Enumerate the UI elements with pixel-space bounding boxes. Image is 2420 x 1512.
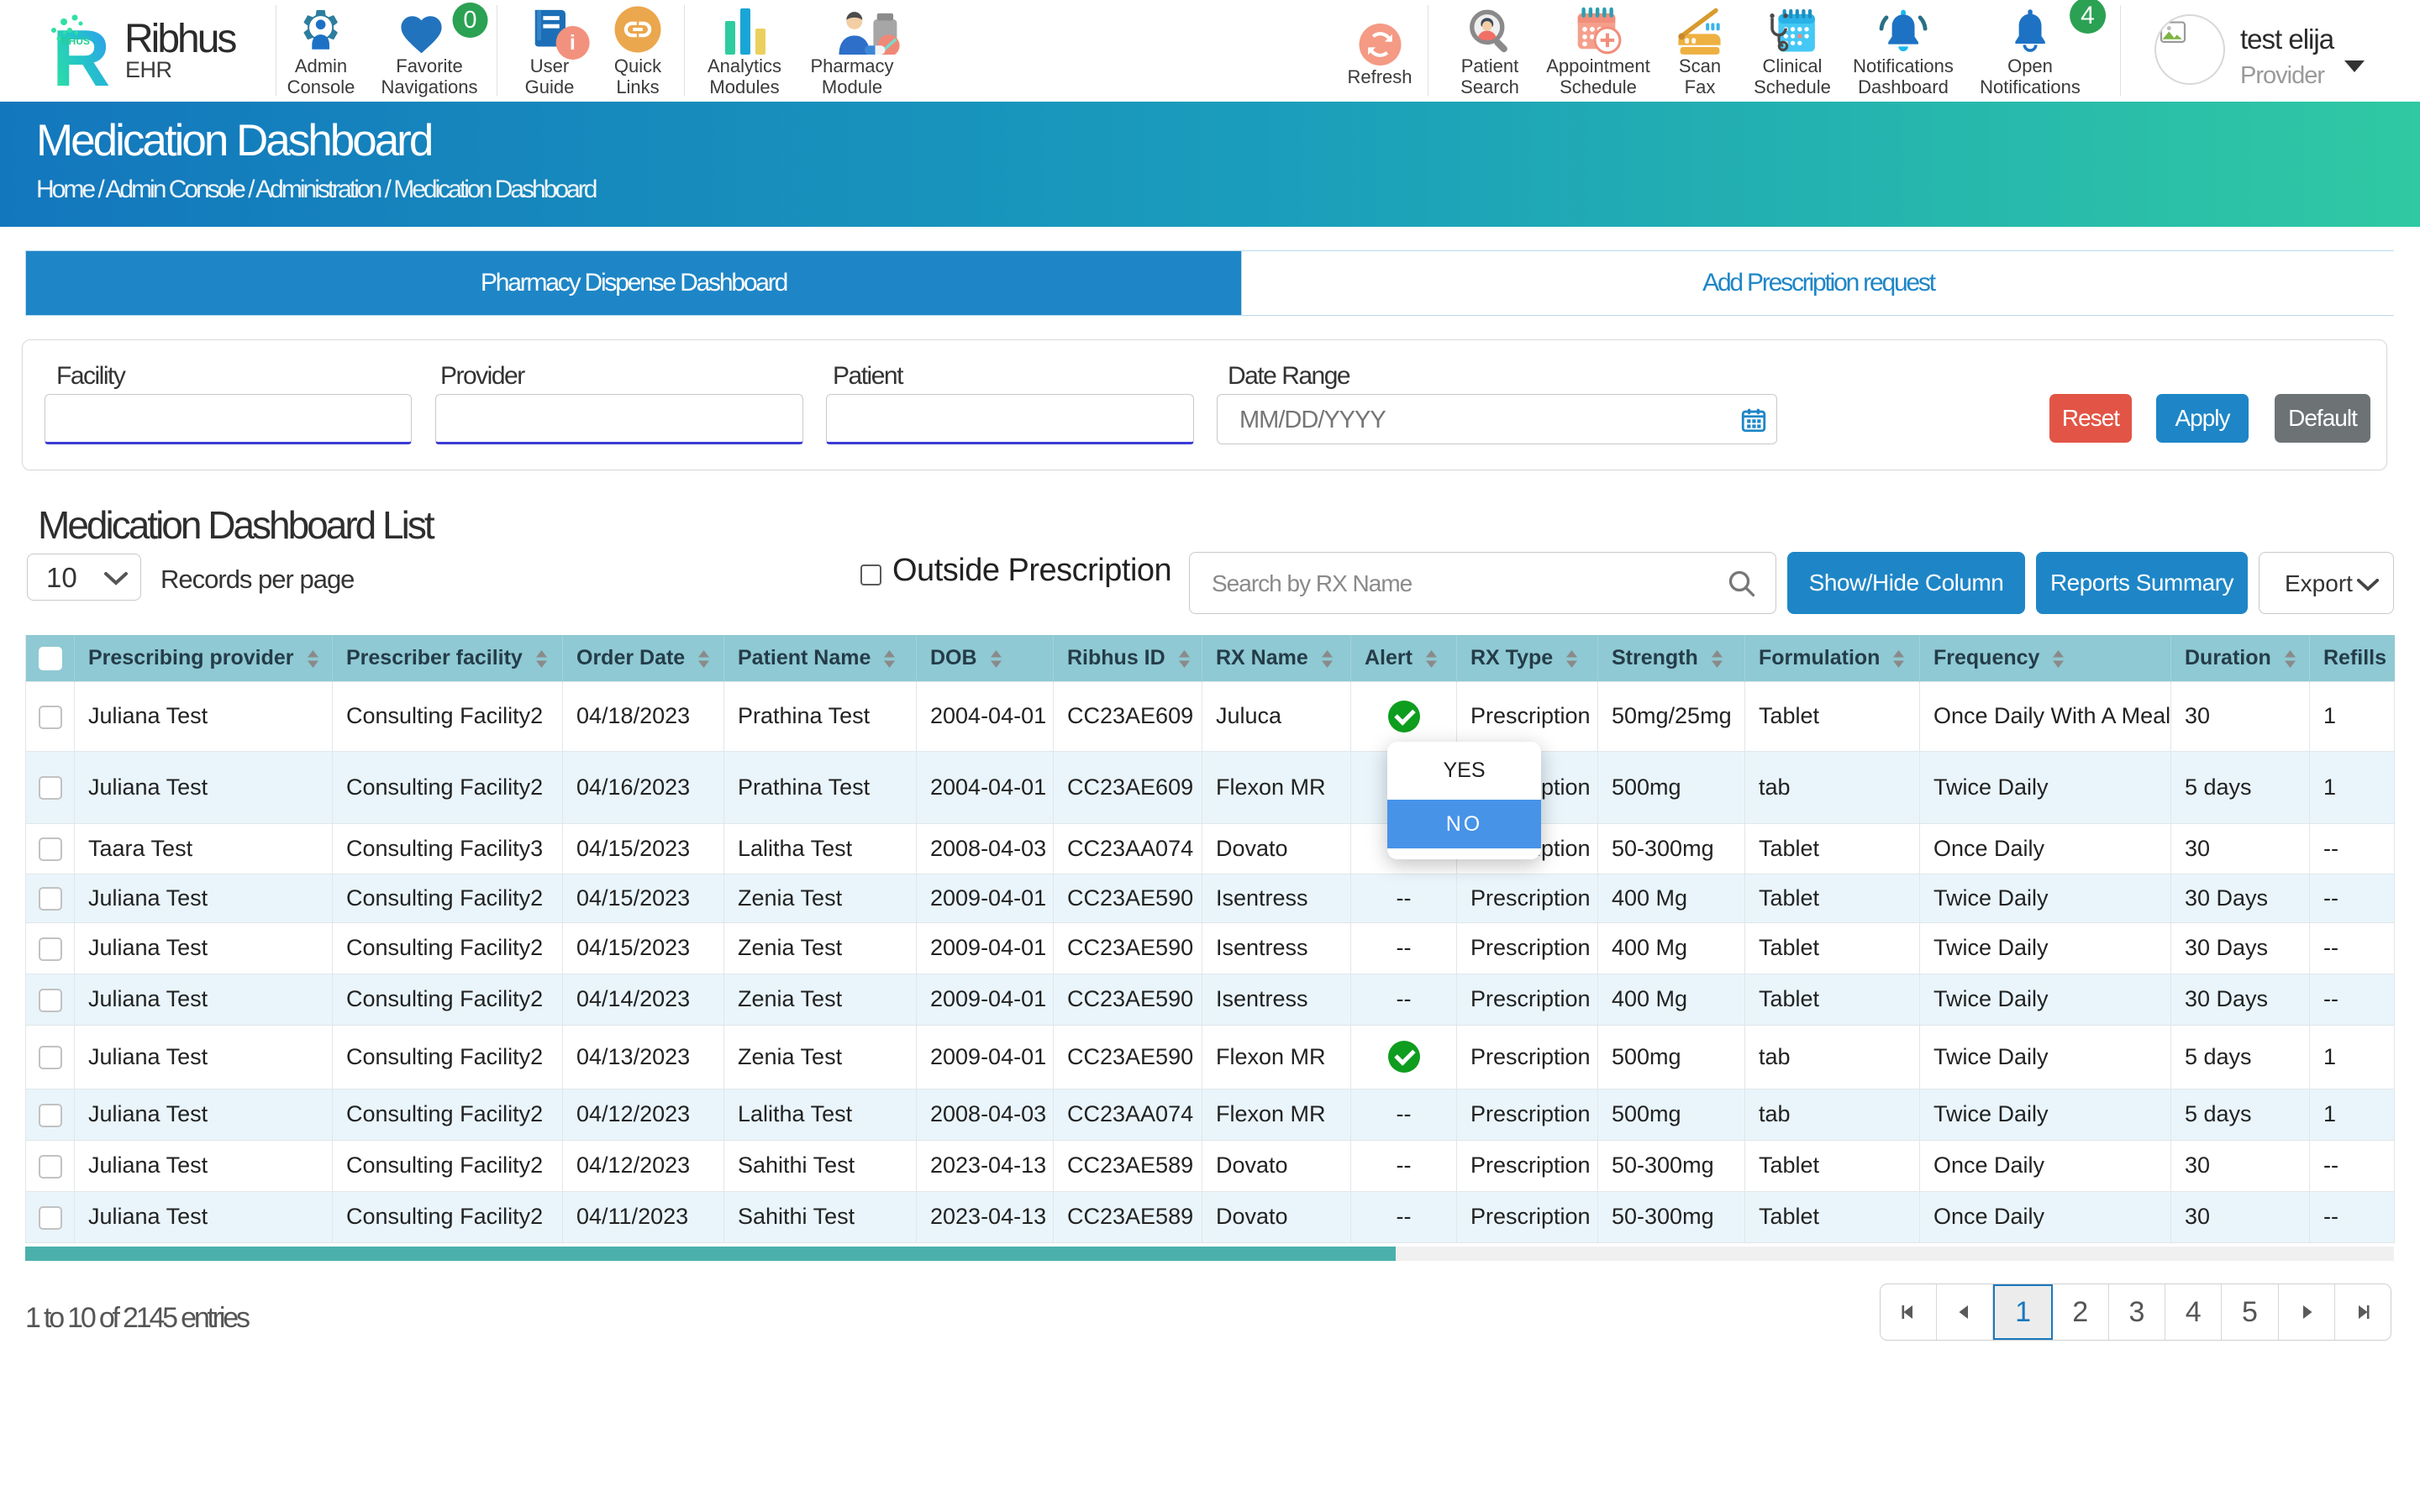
svg-text:BHUS: BHUS [61, 35, 90, 47]
